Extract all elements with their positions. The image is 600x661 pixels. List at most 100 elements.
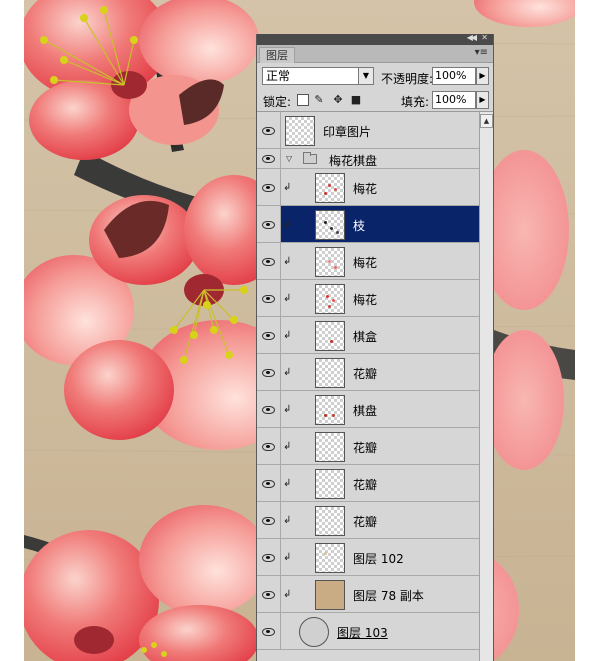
lock-all-icon[interactable]: ■ (350, 94, 362, 106)
layer-name: 梅花 (353, 256, 378, 270)
layer-name: 棋盒 (353, 330, 378, 344)
fill-label: 填充: (401, 95, 430, 109)
clipping-mask-arrow-icon: ↲ (283, 330, 292, 341)
fill-input[interactable]: 100% (432, 91, 476, 109)
eye-icon (262, 332, 275, 340)
blend-mode-select[interactable]: 正常 ▼ (262, 67, 374, 85)
layer-row[interactable]: ↲ 棋盘 (257, 391, 479, 428)
visibility-toggle[interactable] (257, 206, 281, 242)
eye-icon (262, 155, 275, 163)
layer-row[interactable]: ↲ 花瓣 (257, 354, 479, 391)
layer-row[interactable]: 图层 103 (257, 613, 479, 650)
layer-row[interactable]: ↲ 花瓣 (257, 465, 479, 502)
eye-icon (262, 258, 275, 266)
clipping-mask-arrow-icon: ↲ (283, 367, 292, 378)
layer-thumbnail (315, 432, 345, 462)
layer-name: 印章图片 (323, 125, 372, 139)
layer-thumbnail (299, 617, 329, 647)
folder-icon (303, 152, 317, 164)
thumbnail-mark (330, 227, 333, 230)
layer-row[interactable]: ↲ 梅花 (257, 169, 479, 206)
layer-row[interactable]: ↲ 枝 (257, 206, 479, 243)
chevron-down-icon[interactable]: ▼ (358, 68, 373, 84)
eye-icon (262, 369, 275, 377)
layer-name: 梅花 (353, 182, 378, 196)
layers-scrollbar[interactable]: ▲ (479, 112, 493, 661)
layer-row[interactable]: ↲ 花瓣 (257, 502, 479, 539)
layer-name: 梅花 (353, 293, 378, 307)
group-expand-toggle-icon[interactable]: ▽ (286, 154, 292, 163)
layer-row[interactable]: ↲ 梅花 (257, 243, 479, 280)
visibility-toggle[interactable] (257, 539, 281, 575)
visibility-toggle[interactable] (257, 502, 281, 538)
thumbnail-mark (326, 295, 329, 298)
visibility-toggle[interactable] (257, 428, 281, 464)
close-panel-icon[interactable]: ✕ (481, 34, 488, 42)
visibility-toggle[interactable] (257, 465, 281, 501)
lock-paint-brush-icon[interactable]: ✎ (313, 94, 325, 106)
eye-icon (262, 295, 275, 303)
lock-move-icon[interactable]: ✥ (332, 94, 344, 106)
panel-title-bar[interactable]: ◀◀ ✕ (257, 34, 493, 45)
lock-label: 锁定: (263, 95, 292, 109)
thumbnail-mark (334, 188, 337, 191)
eye-icon (262, 221, 275, 229)
eye-icon (262, 554, 275, 562)
layer-name: 梅花棋盘 (329, 154, 378, 168)
thumbnail-mark (324, 414, 327, 417)
fill-slider-toggle[interactable]: ▶ (476, 91, 489, 109)
thumbnail-mark (324, 552, 327, 555)
panel-menu-icon[interactable]: ▾≡ (475, 47, 488, 58)
layer-thumbnail (315, 173, 345, 203)
layer-group-row[interactable]: ▽ 梅花棋盘 (257, 149, 479, 169)
clipping-mask-arrow-icon: ↲ (283, 589, 292, 600)
layer-row[interactable]: ↲ 棋盒 (257, 317, 479, 354)
clipping-mask-arrow-icon: ↲ (283, 404, 292, 415)
eye-icon (262, 184, 275, 192)
visibility-toggle[interactable] (257, 391, 281, 427)
visibility-toggle[interactable] (257, 149, 281, 168)
visibility-toggle[interactable] (257, 354, 281, 390)
layer-row[interactable]: ↲ 图层 78 副本 (257, 576, 479, 613)
layer-thumbnail (315, 469, 345, 499)
visibility-toggle[interactable] (257, 280, 281, 316)
collapse-panel-icon[interactable]: ◀◀ (467, 34, 477, 42)
scroll-up-arrow-icon[interactable]: ▲ (480, 114, 493, 128)
layer-row[interactable]: ↲ 图层 102 (257, 539, 479, 576)
thumbnail-mark (336, 231, 339, 234)
visibility-toggle[interactable] (257, 243, 281, 279)
visibility-toggle[interactable] (257, 112, 281, 148)
visibility-toggle[interactable] (257, 613, 281, 649)
layer-thumbnail (315, 210, 345, 240)
opacity-slider-toggle[interactable]: ▶ (476, 67, 489, 85)
thumbnail-mark (330, 340, 333, 343)
layer-name: 花瓣 (353, 478, 378, 492)
thumbnail-mark (334, 266, 337, 269)
clipping-mask-arrow-icon: ↲ (283, 219, 292, 230)
eye-icon (262, 591, 275, 599)
tab-layers[interactable]: 图层 (259, 47, 295, 63)
visibility-toggle[interactable] (257, 169, 281, 205)
lock-transparency-icon[interactable] (297, 94, 309, 106)
layer-name: 图层 103 (337, 626, 388, 640)
layer-row[interactable]: ↲ 花瓣 (257, 428, 479, 465)
layer-name: 花瓣 (353, 515, 378, 529)
layer-thumbnail (315, 321, 345, 351)
lock-options-row: 锁定: ✎ ✥ ■ 填充: 100% ▶ (257, 89, 493, 112)
layer-thumbnail (315, 395, 345, 425)
visibility-toggle[interactable] (257, 576, 281, 612)
layer-row[interactable]: 印章图片 (257, 112, 479, 149)
layer-name: 图层 102 (353, 552, 404, 566)
panel-tab-row: 图层 ▾≡ (257, 45, 493, 63)
layer-name: 枝 (353, 219, 366, 233)
layer-name: 棋盘 (353, 404, 378, 418)
layer-thumbnail (315, 506, 345, 536)
thumbnail-mark (328, 305, 331, 308)
eye-icon (262, 517, 275, 525)
layer-thumbnail (315, 284, 345, 314)
layer-row[interactable]: ↲ 梅花 (257, 280, 479, 317)
opacity-input[interactable]: 100% (432, 67, 476, 85)
clipping-mask-arrow-icon: ↲ (283, 182, 292, 193)
thumbnail-mark (328, 184, 331, 187)
visibility-toggle[interactable] (257, 317, 281, 353)
